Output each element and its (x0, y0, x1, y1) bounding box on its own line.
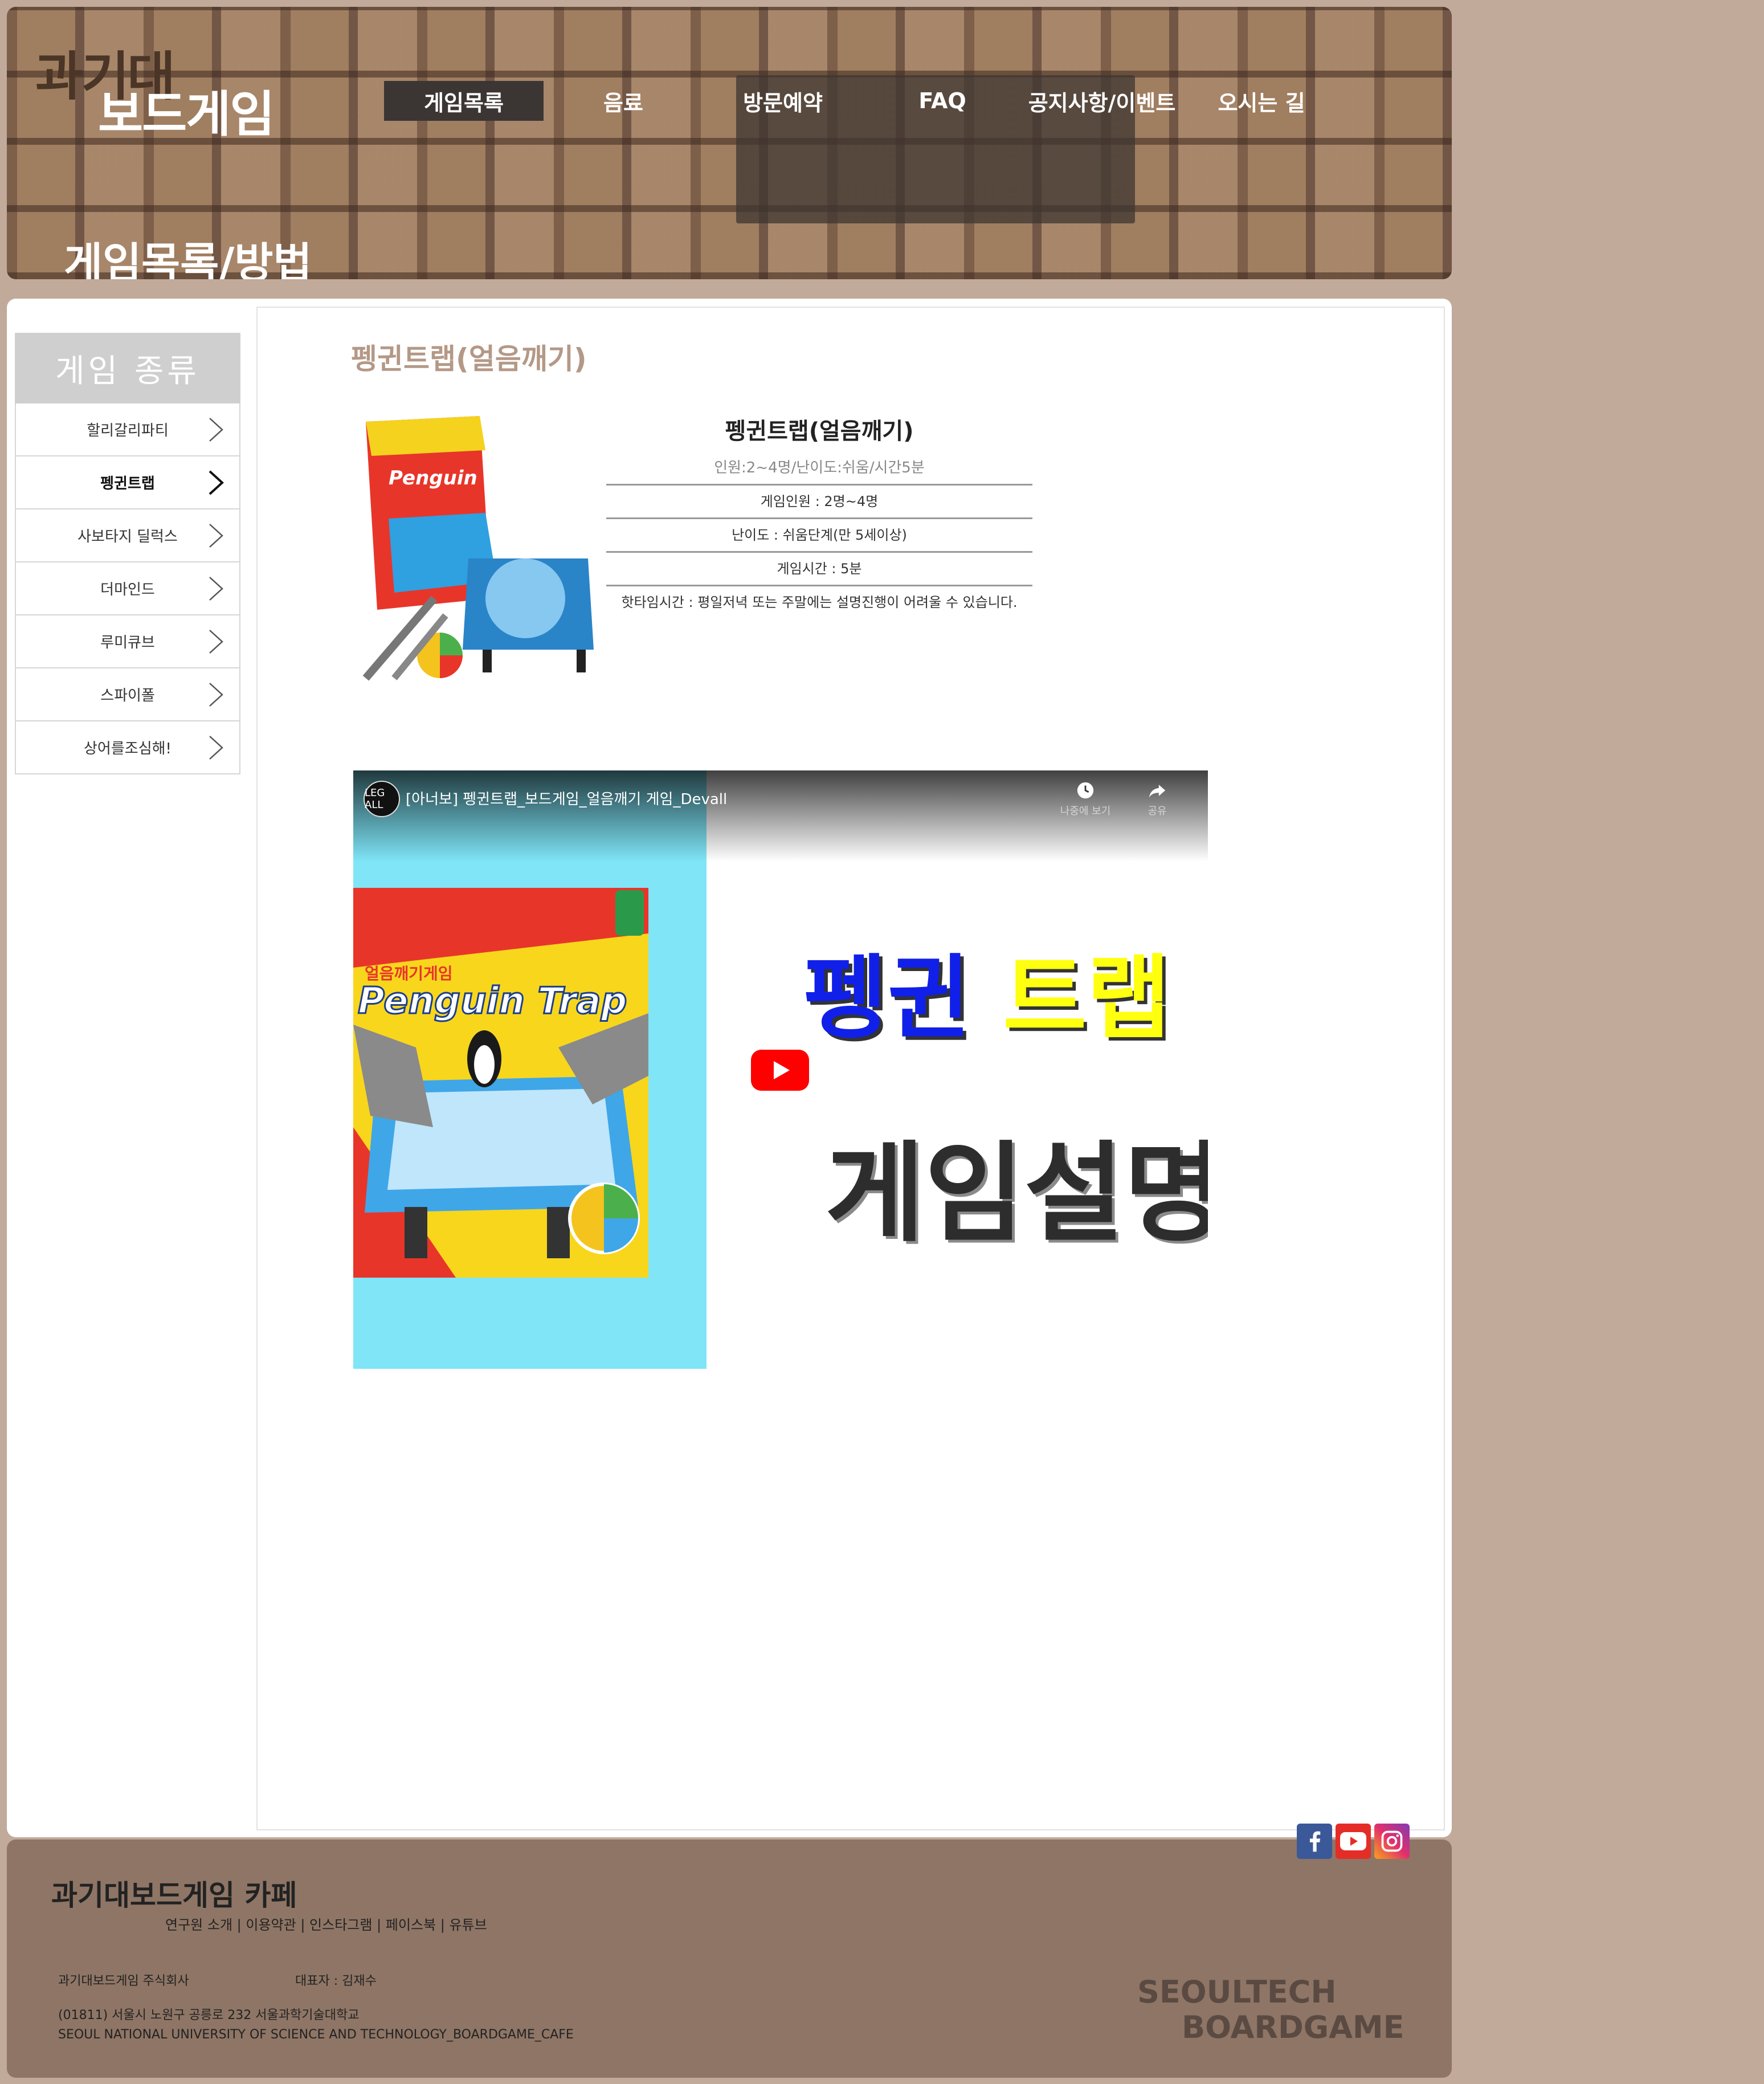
sidebar-item-label: 사보타지 딜럭스 (77, 528, 178, 545)
sidebar-item-label: 더마인드 (100, 581, 155, 598)
share-label: 공유 (1148, 805, 1167, 817)
watch-later-control[interactable]: 나중에 보기 (1060, 781, 1111, 818)
sidebar-item-label: 펭귄트랩 (100, 475, 155, 492)
logo-line-2[interactable]: 보드게임 (98, 74, 275, 145)
main-panel: 게임 종류 할리갈리파티 펭귄트랩 사보타지 딜럭스 더마인드 루미큐브 스파이… (7, 299, 1452, 1837)
footer-address: (01811) 서울시 노원구 공릉로 232 서울과학기술대학교 SEOUL … (58, 2006, 574, 2045)
sidebar-item-halli-galli[interactable]: 할리갈리파티 (15, 403, 240, 456)
sidebar-item-shark[interactable]: 상어를조심해! (15, 721, 240, 774)
sidebar-item-label: 상어를조심해! (84, 740, 172, 757)
sidebar-title: 게임 종류 (15, 333, 240, 403)
chevron-right-icon (209, 683, 223, 707)
nav-item-notice[interactable]: 공지사항/이벤트 (1022, 81, 1182, 121)
sidebar-item-the-mind[interactable]: 더마인드 (15, 562, 240, 615)
thumbnail-subline: 게임설명 (825, 1131, 1208, 1257)
thumbnail-word-trap: 트랩 (1003, 945, 1171, 1051)
main-nav: 게임목록 음료 방문예약 FAQ 공지사항/이벤트 오시는 길 (384, 81, 1341, 121)
sidebar-item-penguin-trap[interactable]: 펭귄트랩 (15, 456, 240, 509)
footer-address-ko: (01811) 서울시 노원구 공릉로 232 서울과학기술대학교 (58, 2008, 360, 2022)
sidebar-item-label: 스파이폴 (100, 687, 155, 704)
youtube-icon[interactable] (1336, 1824, 1371, 1859)
game-detail: 펭귄트랩(얼음깨기) Penguin Trap 펭귄트랩(얼음깨기) 인원:2~… (256, 307, 1445, 1830)
footer-links[interactable]: 연구원 소개 | 이용약관 | 인스타그램 | 페이스북 | 유튜브 (165, 1914, 487, 1934)
channel-avatar[interactable]: LEG ALL (364, 781, 400, 817)
youtube-video-embed[interactable]: 얼음깨기게임 Penguin Trap LEG ALL [아너보] 펭귄트랩_보… (353, 770, 1208, 1369)
sidebar-item-spyfall[interactable]: 스파이폴 (15, 668, 240, 721)
instagram-icon[interactable] (1374, 1824, 1410, 1859)
box-title-text: Penguin Trap (389, 467, 532, 490)
share-control[interactable]: 공유 (1132, 781, 1183, 818)
footer-address-en: SEOUL NATIONAL UNIVERSITY OF SCIENCE AND… (58, 2028, 574, 2042)
chevron-right-icon (209, 630, 223, 654)
clock-icon (1077, 782, 1094, 799)
sidebar-item-saboteur[interactable]: 사보타지 딜럭스 (15, 509, 240, 562)
video-title[interactable]: [아너보] 펭귄트랩_보드게임_얼음깨기 게임_Devall (406, 788, 727, 809)
box-art-image: 얼음깨기게임 Penguin Trap (353, 888, 648, 1278)
game-note: 핫타임시간 : 평일저녁 또는 주말에는 설명진행이 어려울 수 있습니다. (621, 594, 1018, 610)
social-links (1297, 1824, 1410, 1859)
thumbnail-word-penguin: 펭귄 (803, 945, 971, 1051)
footer-logo-line-2: BOARDGAME (1182, 2009, 1404, 2045)
game-time: 게임시간 : 5분 (606, 553, 1032, 586)
nav-item-faq[interactable]: FAQ (863, 81, 1022, 121)
nav-item-directions[interactable]: 오시는 길 (1182, 81, 1341, 121)
footer-company: 과기대보드게임 주식회사 (58, 1974, 189, 1988)
sidebar-item-rummikub[interactable]: 루미큐브 (15, 615, 240, 668)
facebook-icon[interactable] (1297, 1824, 1332, 1859)
sidebar-item-label: 루미큐브 (100, 634, 155, 651)
chevron-right-icon (209, 736, 223, 760)
game-category-sidebar: 게임 종류 할리갈리파티 펭귄트랩 사보타지 딜럭스 더마인드 루미큐브 스파이… (15, 333, 240, 774)
game-page-title: 펭귄트랩(얼음깨기) (351, 342, 587, 376)
youtube-play-icon[interactable] (751, 1050, 809, 1091)
thumbnail-headline: 펭귄 트랩 (803, 924, 1171, 1057)
footer-brand: 과기대보드게임 카페 (51, 1879, 297, 1912)
product-box-image: Penguin Trap (362, 416, 594, 681)
nav-item-reservation[interactable]: 방문예약 (703, 81, 863, 121)
chevron-right-icon (209, 418, 223, 442)
header-banner: 과기대 보드게임 게임목록 음료 방문예약 FAQ 공지사항/이벤트 오시는 길… (7, 7, 1452, 279)
footer-logo-line-1: SEOULTECH (1137, 1974, 1337, 2010)
footer-ceo: 대표자 : 김재수 (295, 1974, 377, 1988)
chevron-right-icon (209, 524, 223, 548)
box-title-text: Penguin Trap (358, 980, 627, 1022)
footer: 과기대보드게임 카페 연구원 소개 | 이용약관 | 인스타그램 | 페이스북 … (7, 1840, 1452, 2078)
game-difficulty: 난이도 : 쉬움단계(만 5세이상) (606, 519, 1032, 553)
game-name: 펭귄트랩(얼음깨기) (725, 418, 914, 444)
share-icon (1149, 785, 1166, 798)
game-summary: 인원:2~4명/난이도:쉬움/시간5분 (606, 456, 1032, 486)
game-info-table: 펭귄트랩(얼음깨기) 인원:2~4명/난이도:쉬움/시간5분 게임인원 : 2명… (606, 413, 1032, 618)
page-heading: 게임목록/방법 (64, 239, 312, 279)
sidebar-item-label: 할리갈리파티 (87, 422, 169, 439)
watch-later-label: 나중에 보기 (1060, 805, 1111, 817)
nav-item-drinks[interactable]: 음료 (544, 81, 703, 121)
chevron-right-icon (209, 577, 223, 601)
game-players: 게임인원 : 2명~4명 (606, 486, 1032, 519)
nav-item-game-list[interactable]: 게임목록 (384, 81, 544, 121)
chevron-right-icon (209, 470, 224, 495)
